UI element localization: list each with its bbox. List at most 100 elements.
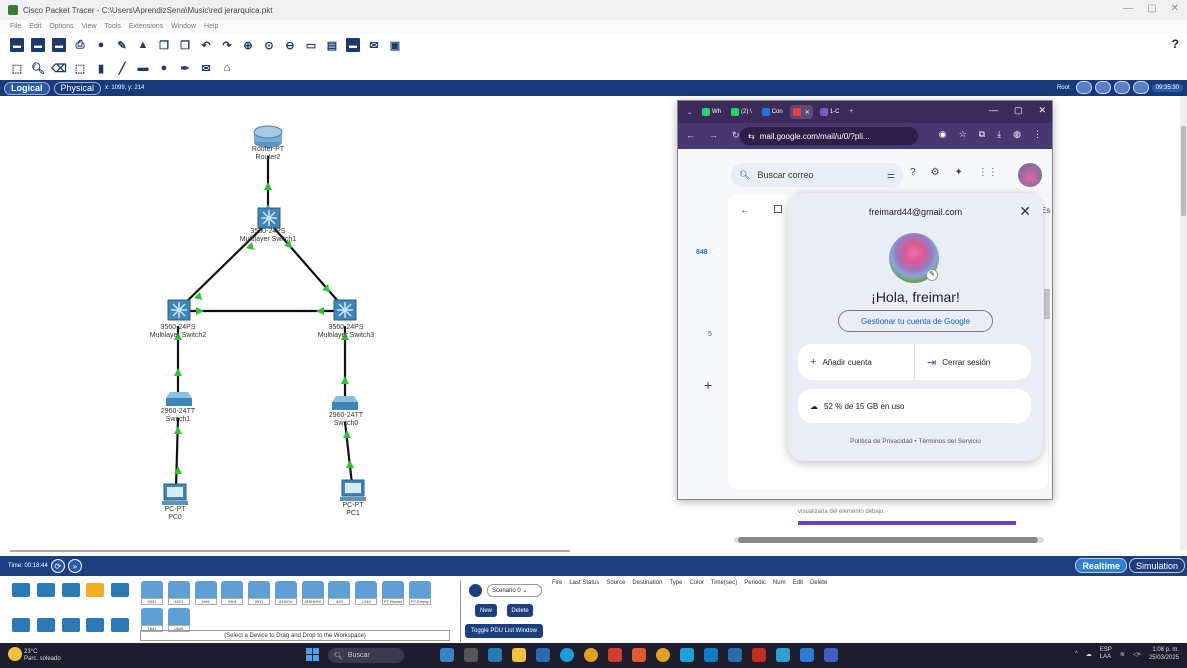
- menu-edit[interactable]: Edit: [29, 23, 41, 30]
- app-icon[interactable]: [680, 648, 694, 662]
- paste-icon[interactable]: ❐: [178, 38, 192, 52]
- device-model[interactable]: 4321: [167, 581, 190, 605]
- tab-search-icon[interactable]: ⌄: [684, 105, 695, 119]
- chrome-profile-icon[interactable]: [656, 648, 670, 662]
- help-icon[interactable]: ?: [1172, 37, 1179, 51]
- address-bar[interactable]: ⇆ mail.google.com/mail/u/0/?pli...: [740, 127, 918, 145]
- chrome-tab-active[interactable]: ✕: [789, 105, 813, 119]
- realtime-mode-button[interactable]: Realtime: [1075, 558, 1127, 573]
- gemini-icon[interactable]: ✦: [955, 167, 963, 178]
- device-model[interactable]: 4331: [141, 581, 163, 605]
- device-model[interactable]: PT-Router: [382, 581, 405, 605]
- logical-tab[interactable]: Logical: [4, 81, 50, 95]
- apps-icon[interactable]: ⋮⋮: [978, 167, 998, 178]
- gmail-hscroll[interactable]: [734, 537, 1044, 543]
- note-icon[interactable]: ▮: [94, 61, 108, 75]
- gmail-search[interactable]: 🔍︎ Buscar correo ⚌: [731, 163, 903, 187]
- chrome-tab[interactable]: Wh: [699, 105, 724, 119]
- task-view-icon[interactable]: [464, 648, 478, 662]
- category-misc[interactable]: [111, 583, 130, 597]
- account-avatar[interactable]: [1018, 163, 1042, 187]
- print-icon[interactable]: ⎙: [73, 38, 87, 52]
- storage-button[interactable]: ☁ 52 % de 15 GB en uso: [798, 389, 1031, 423]
- device-model[interactable]: 2911: [248, 581, 271, 605]
- download-icon[interactable]: ⤓: [997, 129, 1001, 140]
- gmail-scrollbar[interactable]: [1044, 289, 1050, 319]
- delete-icon[interactable]: ⌫: [51, 61, 67, 75]
- open-icon[interactable]: ▬: [31, 38, 45, 52]
- tray-expand-icon[interactable]: ^: [1075, 651, 1078, 657]
- rectangle-icon[interactable]: ▬: [136, 61, 150, 75]
- close-icon[interactable]: ✕: [1019, 203, 1031, 220]
- subcategory-hubs[interactable]: [61, 618, 80, 632]
- custom-device-icon[interactable]: ▲: [136, 38, 150, 52]
- add-label-icon[interactable]: +: [704, 377, 712, 393]
- zoom-out-icon[interactable]: ⊖: [283, 38, 297, 52]
- vscode-icon[interactable]: [728, 648, 742, 662]
- chrome-minimize-icon[interactable]: —: [989, 105, 998, 116]
- app-icon[interactable]: [608, 648, 622, 662]
- device-model[interactable]: 819HGW: [301, 581, 324, 605]
- copy-icon[interactable]: ❐: [157, 38, 171, 52]
- simple-pdu-icon[interactable]: ✉: [199, 61, 213, 75]
- category-end-devices[interactable]: [36, 583, 55, 597]
- inspect-icon[interactable]: 🔍︎: [31, 61, 45, 75]
- close-button[interactable]: ✕: [1171, 3, 1179, 14]
- help-icon[interactable]: ?: [910, 167, 916, 178]
- site-info-icon[interactable]: ⇆: [748, 132, 755, 141]
- drawing-palette-icon[interactable]: ▭: [304, 38, 318, 52]
- subcategory-routers[interactable]: [12, 618, 30, 632]
- extensions-icon[interactable]: ⧉: [979, 129, 985, 140]
- set-background-icon[interactable]: [1132, 81, 1149, 94]
- redo-icon[interactable]: ↷: [220, 38, 234, 52]
- bookmark-star-icon[interactable]: ☆: [959, 129, 967, 140]
- undo-icon[interactable]: ↶: [199, 38, 213, 52]
- device-model[interactable]: 2620: [167, 608, 190, 632]
- new-icon[interactable]: ▬: [10, 38, 24, 52]
- chrome-menu-icon[interactable]: ⋮: [1033, 129, 1042, 140]
- delete-scenario-button[interactable]: Delete: [507, 604, 533, 617]
- add-account-button[interactable]: + Añadir cuenta: [798, 344, 914, 380]
- zoom-in-icon[interactable]: ⊕: [241, 38, 255, 52]
- volume-icon[interactable]: ◁×: [1133, 651, 1141, 658]
- complex-pdu-icon[interactable]: ⌂: [220, 61, 234, 75]
- maximize-button[interactable]: ▢: [1147, 3, 1156, 14]
- workspace-hscroll[interactable]: [10, 550, 570, 552]
- device-model[interactable]: 1240: [355, 581, 378, 605]
- pdu-icon[interactable]: ✉: [367, 38, 381, 52]
- search-options-icon[interactable]: ⚌: [887, 170, 895, 181]
- app-icon[interactable]: [824, 648, 838, 662]
- chrome-maximize-icon[interactable]: ▢: [1014, 105, 1023, 116]
- device-model[interactable]: 1841: [141, 608, 163, 632]
- menu-options[interactable]: Options: [49, 23, 73, 30]
- edge-icon[interactable]: [560, 648, 574, 662]
- back-icon[interactable]: [1075, 81, 1092, 94]
- select-icon[interactable]: ⬚: [10, 61, 24, 75]
- back-icon[interactable]: ←: [686, 130, 695, 141]
- word-icon[interactable]: [800, 648, 814, 662]
- move-object-icon[interactable]: [1113, 81, 1130, 94]
- device-model[interactable]: PT-Empty: [408, 581, 431, 605]
- manage-account-button[interactable]: Gestionar tu cuenta de Google: [838, 310, 993, 332]
- archive-icon[interactable]: [774, 205, 782, 213]
- profile-icon[interactable]: ◍: [1013, 129, 1021, 140]
- custom-devices-dialog-icon[interactable]: ▤: [325, 38, 339, 52]
- acrobat-icon[interactable]: [752, 648, 766, 662]
- fast-forward-icon[interactable]: »: [67, 559, 82, 573]
- new-tab-icon[interactable]: +: [846, 105, 856, 119]
- chrome-close-icon[interactable]: ✕: [1038, 105, 1046, 116]
- freeform-icon[interactable]: ✒: [178, 61, 192, 75]
- eye-icon[interactable]: ◉: [939, 129, 947, 140]
- chrome-tab[interactable]: (2) \: [728, 105, 755, 119]
- cluster-icon[interactable]: [1094, 81, 1111, 94]
- device-model[interactable]: 1941: [194, 581, 217, 605]
- sign-out-button[interactable]: ⇥ Cerrar sesión: [914, 344, 1031, 380]
- legal-links[interactable]: Política de Privacidad • Términos del Se…: [788, 438, 1043, 445]
- tray-clock[interactable]: 1:08 p. m. 25/03/2025: [1149, 646, 1179, 662]
- resize-icon[interactable]: ⬚: [73, 61, 87, 75]
- device-model[interactable]: 2901: [221, 581, 244, 605]
- subcategory-security[interactable]: [111, 618, 130, 632]
- zoom-reset-icon[interactable]: ⊙: [262, 38, 276, 52]
- viewport-icon[interactable]: ▬: [346, 38, 360, 52]
- network-info-icon[interactable]: ✎: [115, 38, 129, 52]
